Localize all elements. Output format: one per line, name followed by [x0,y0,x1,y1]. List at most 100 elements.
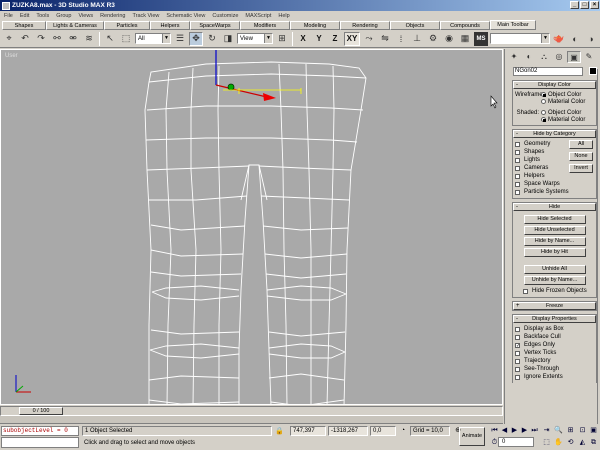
time-config-icon[interactable]: ⏱ [490,438,499,447]
wireframe-object-color-radio[interactable] [541,92,546,97]
undo-icon[interactable]: ↶ [18,32,32,46]
menu-group[interactable]: Group [56,13,71,19]
menu-help[interactable]: Help [278,13,289,19]
tab-particles[interactable]: Particles [104,21,150,30]
reference-coord-dropdown[interactable]: View ▼ [237,33,273,44]
create-panel-icon[interactable]: ✦ [507,51,521,63]
x-coordinate-field[interactable]: 747,397 [290,426,326,436]
menu-track-view[interactable]: Track View [132,13,159,19]
app-icon[interactable] [2,1,10,10]
tab-shapes[interactable]: Shapes [2,21,46,30]
tab-main-toolbar[interactable]: Main Toolbar [490,20,536,30]
object-color-swatch[interactable] [588,67,597,75]
tab-spacewarps[interactable]: SpaceWarps [190,21,240,30]
selection-filter-dropdown[interactable]: All ▼ [135,33,171,44]
render-last-icon[interactable]: ◑ [584,32,598,46]
previous-frame-icon[interactable]: ◀ [500,426,509,435]
user-viewport[interactable]: User [0,49,503,405]
hide-header[interactable]: - Hide [513,203,596,211]
help-pointer-icon[interactable]: ⌖ [2,32,16,46]
helpers-checkbox[interactable] [515,173,520,179]
inverse-kinematics-icon[interactable]: ⤳ [362,32,376,46]
unlink-icon[interactable]: ⚮ [66,32,80,46]
hide-frozen-checkbox[interactable] [523,288,528,294]
select-object-icon[interactable]: ↖ [103,32,117,46]
vertex-ticks-checkbox[interactable] [515,350,520,356]
pan-icon[interactable]: ✋ [554,438,563,447]
all-button[interactable]: All [569,140,593,149]
zoom-extents-icon[interactable]: ⊡ [578,426,587,435]
unhide-by-name-button[interactable]: Unhide by Name... [523,276,586,285]
menu-schematic-view[interactable]: Schematic View [166,13,205,19]
bind-space-warp-icon[interactable]: ≋ [82,32,96,46]
maxscript-listener-output[interactable] [1,437,79,448]
restrict-z-button[interactable]: Z [328,32,342,46]
shapes-checkbox[interactable] [515,149,520,155]
hide-by-hit-button[interactable]: Hide by Hit [523,248,586,257]
utilities-panel-icon[interactable]: ✎ [582,51,596,63]
restrict-xy-button[interactable]: XY [344,31,360,46]
tab-helpers[interactable]: Helpers [150,21,190,30]
minimize-button[interactable]: _ [570,1,579,9]
menu-file[interactable]: File [4,13,13,19]
track-view-icon[interactable]: ⚙ [426,32,440,46]
backface-cull-checkbox[interactable] [515,334,520,340]
go-to-start-icon[interactable]: ⏮ [490,426,499,435]
menu-maxscript[interactable]: MAXScript [245,13,271,19]
align-icon[interactable]: ⊥ [410,32,424,46]
object-name-field[interactable]: NGon02 [513,67,583,76]
close-button[interactable]: × [590,1,599,9]
unhide-all-button[interactable]: Unhide All [523,265,586,274]
link-icon[interactable]: ⚯ [50,32,64,46]
material-editor-icon[interactable]: ◉ [442,32,456,46]
wireframe-material-color-radio[interactable] [541,99,546,104]
modify-panel-icon[interactable]: ◐ [522,51,536,63]
field-of-view-icon[interactable]: ◭ [578,438,587,447]
menu-edit[interactable]: Edit [20,13,29,19]
region-zoom-icon[interactable]: ⬚ [542,438,551,447]
restrict-y-button[interactable]: Y [312,32,326,46]
time-slider[interactable]: 0 / 100 [0,406,503,416]
restrict-x-button[interactable]: X [296,32,310,46]
tab-lights-cameras[interactable]: Lights & Cameras [46,21,104,30]
menu-rendering[interactable]: Rendering [100,13,125,19]
select-scale-icon[interactable]: ◨ [221,32,235,46]
hide-selected-button[interactable]: Hide Selected [523,215,586,224]
zoom-icon[interactable]: 🔍 [554,426,563,435]
ms-button[interactable]: MS [474,31,488,46]
tab-modifiers[interactable]: Modifiers [240,21,290,30]
degradation-override-icon[interactable]: ◔ [397,426,409,436]
arc-rotate-icon[interactable]: ⟲ [566,438,575,447]
mirror-icon[interactable]: ⇋ [378,32,392,46]
display-color-header[interactable]: - Display Color [513,81,596,89]
select-by-name-icon[interactable]: ☰ [173,32,187,46]
edges-only-checkbox[interactable]: ✓ [515,342,520,348]
space-warps-checkbox[interactable] [515,181,520,187]
maxscript-listener-input[interactable]: subobjectLevel = 0 [1,426,79,436]
region-select-icon[interactable]: ⬚ [119,32,133,46]
array-icon[interactable]: ⁞ [394,32,408,46]
menu-views[interactable]: Views [79,13,94,19]
freeze-header[interactable]: + Freeze [513,302,596,310]
z-coordinate-field[interactable]: 0,0 [370,426,396,436]
render-scene-icon[interactable]: 🫖 [552,32,566,46]
key-mode-icon[interactable]: ⇥ [542,426,551,435]
redo-icon[interactable]: ↷ [34,32,48,46]
tab-compounds[interactable]: Compounds [440,21,490,30]
lock-selection-icon[interactable]: 🔒 [275,427,285,435]
track-bar[interactable] [0,416,503,424]
invert-button[interactable]: Invert [569,164,593,173]
trajectory-checkbox[interactable] [515,358,520,364]
motion-panel-icon[interactable]: ◎ [552,51,566,63]
animate-button[interactable]: Animate [459,427,485,446]
menu-tools[interactable]: Tools [36,13,49,19]
zoom-extents-all-icon[interactable]: ▣ [589,426,598,435]
none-button[interactable]: None [569,152,593,161]
lights-checkbox[interactable] [515,157,520,163]
named-selection-dropdown[interactable]: ▼ [490,33,550,44]
tab-modeling[interactable]: Modeling [290,21,340,30]
time-slider-thumb[interactable]: 0 / 100 [19,407,63,415]
hierarchy-panel-icon[interactable]: ⛬ [537,51,551,63]
maximize-button[interactable]: □ [580,1,589,9]
shaded-material-color-radio[interactable] [541,117,546,122]
